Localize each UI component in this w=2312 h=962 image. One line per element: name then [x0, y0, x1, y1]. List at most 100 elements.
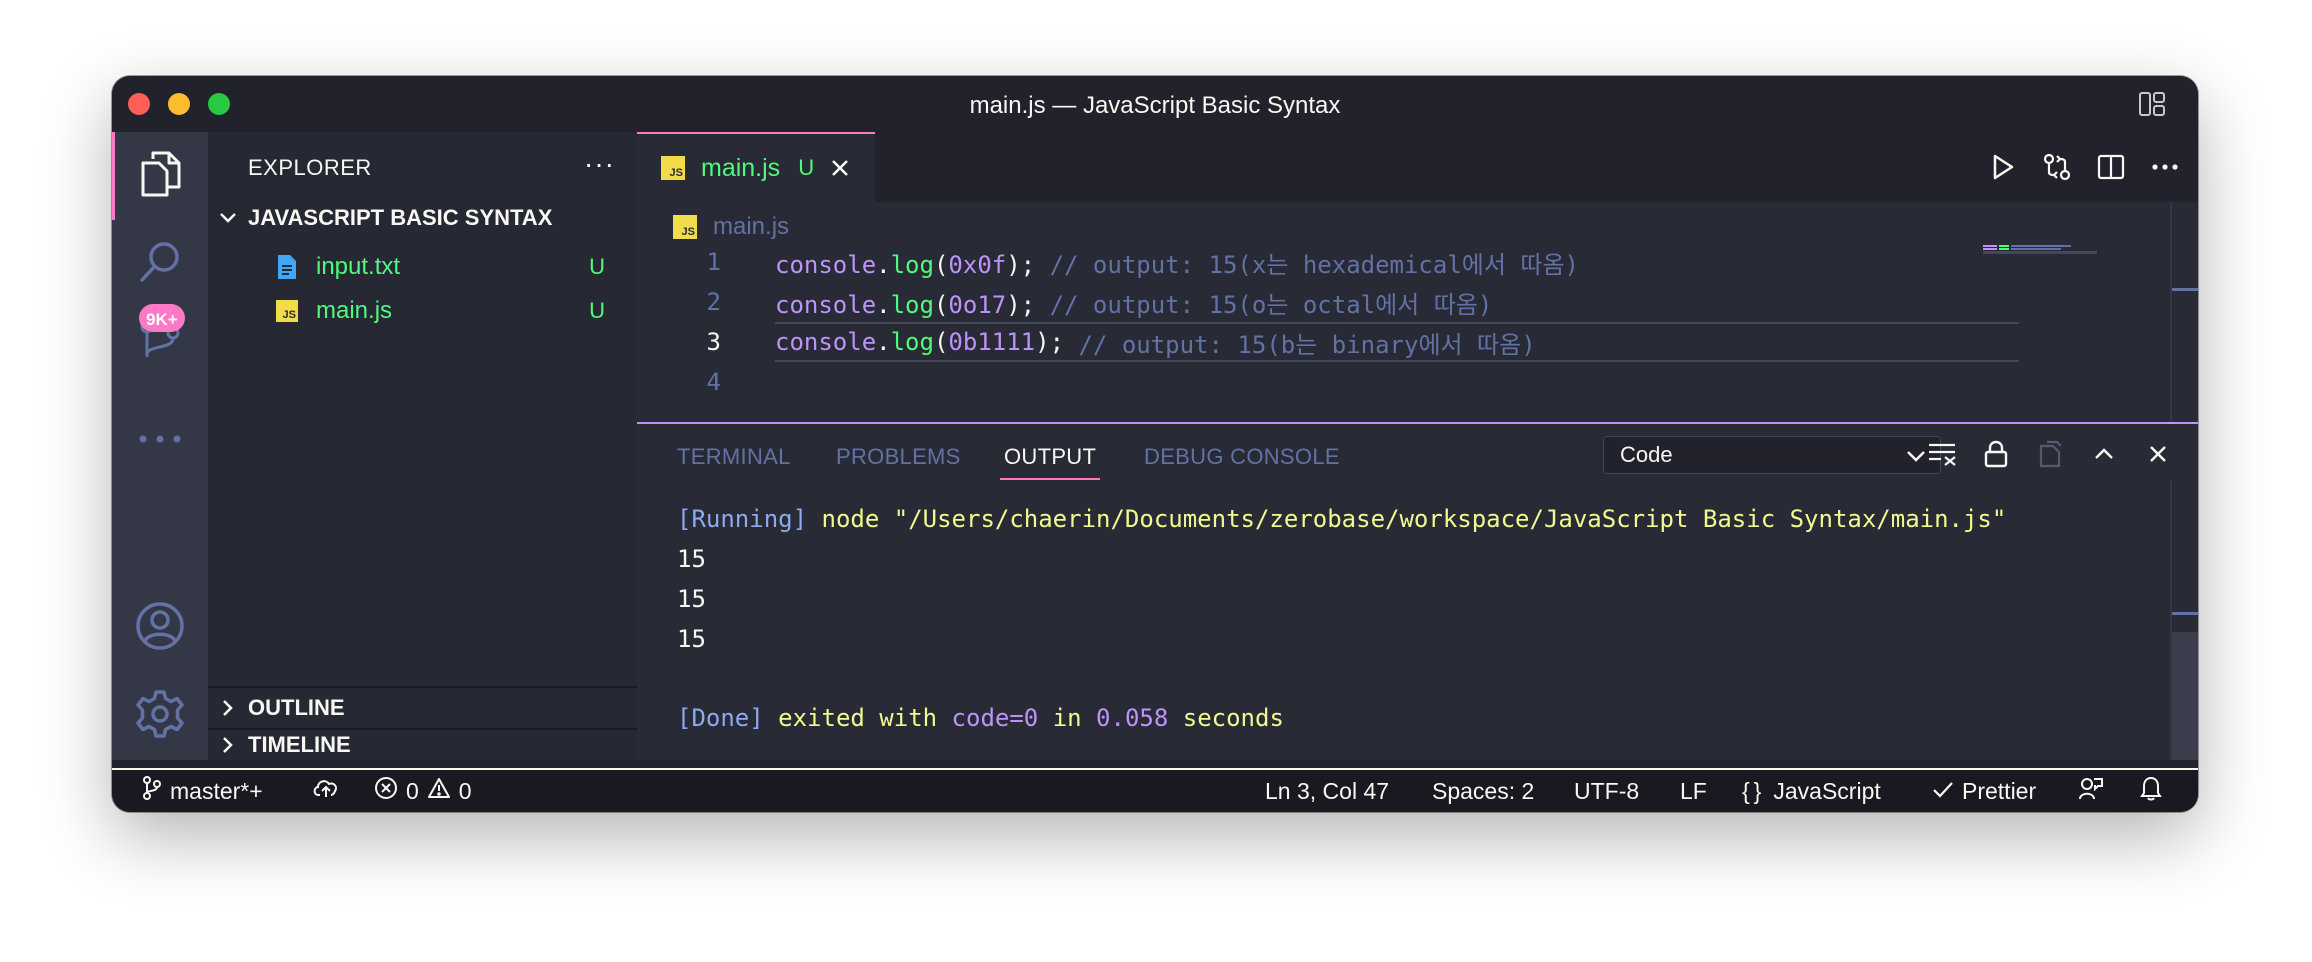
- breadcrumb-file: main.js: [713, 213, 790, 240]
- gear-icon: [134, 688, 186, 745]
- file-item-main-js[interactable]: JS main.js U: [208, 289, 637, 333]
- untracked-status: U: [589, 298, 605, 323]
- timeline-label: TIMELINE: [248, 732, 351, 757]
- output-channel-select[interactable]: Code: [1603, 436, 1941, 474]
- vscode-window: main.js — JavaScript Basic Syntax 9K+ EX…: [112, 76, 2198, 812]
- bell-icon: [2140, 775, 2162, 807]
- tab-problems[interactable]: PROBLEMS: [836, 444, 961, 470]
- status-bar: master*+ 0 0 Ln 3, Col 47 Spaces: 2 UTF-…: [112, 768, 2198, 812]
- more-actions-icon[interactable]: [2150, 152, 2180, 182]
- close-icon[interactable]: [830, 158, 850, 178]
- language-status[interactable]: {} JavaScript: [1742, 770, 1881, 812]
- js-file-icon: JS: [661, 156, 685, 180]
- chevron-up-icon[interactable]: [2088, 438, 2120, 470]
- output-channel-value: Code: [1620, 442, 1673, 467]
- output-running-line: [Running] node "/Users/chaerin/Documents…: [677, 505, 2007, 533]
- warning-count: 0: [458, 777, 472, 804]
- panel-scrollbar[interactable]: [2170, 480, 2198, 760]
- indentation-status[interactable]: Spaces: 2: [1432, 770, 1534, 812]
- file-name: input.txt: [316, 253, 401, 280]
- problems-status[interactable]: 0 0: [374, 770, 472, 812]
- js-file-icon: JS: [276, 298, 298, 324]
- editor-actions: [1988, 152, 2180, 182]
- files-icon: [139, 149, 185, 204]
- git-branch-icon: [142, 775, 162, 807]
- error-icon: [374, 776, 398, 806]
- line-number: 4: [706, 368, 721, 396]
- close-panel-icon[interactable]: [2142, 438, 2174, 470]
- feedback-icon: [2078, 775, 2104, 807]
- activity-bar: 9K+: [112, 132, 208, 760]
- file-name: main.js: [316, 297, 393, 324]
- search-activity[interactable]: [112, 220, 208, 308]
- open-log-icon[interactable]: [2034, 438, 2066, 470]
- branch-name: master*+: [170, 777, 263, 804]
- accounts-activity[interactable]: [112, 584, 208, 672]
- code-line: 1 console.log(0x0f); // output: 15(x는 he…: [637, 242, 2037, 282]
- encoding-status[interactable]: UTF-8: [1574, 770, 1639, 812]
- minimap[interactable]: [1983, 242, 2097, 254]
- branch-status[interactable]: master*+: [142, 770, 263, 812]
- chevron-down-icon: [1906, 442, 1926, 468]
- chevron-right-icon: [208, 736, 248, 754]
- tab-terminal[interactable]: TERMINAL: [677, 444, 791, 470]
- explorer-sidebar: EXPLORER ··· JAVASCRIPT BASIC SYNTAX inp…: [208, 132, 637, 760]
- eol-status[interactable]: LF: [1680, 770, 1707, 812]
- explorer-title: EXPLORER: [248, 155, 372, 180]
- tab-output[interactable]: OUTPUT: [999, 444, 1101, 480]
- manage-activity[interactable]: [112, 672, 208, 760]
- compare-changes-icon[interactable]: [2042, 152, 2072, 182]
- output-result-line: 15: [677, 625, 706, 653]
- run-icon[interactable]: [1988, 152, 2018, 182]
- code-line-current: 3 console. log(0b1111); // output: 15(b는 …: [637, 322, 2037, 362]
- output-result-line: 15: [677, 545, 706, 573]
- explorer-more-actions-button[interactable]: ···: [584, 148, 615, 180]
- line-number: 3: [706, 328, 721, 356]
- check-icon: [1932, 778, 1954, 805]
- warning-icon: [427, 777, 451, 805]
- folder-name: JAVASCRIPT BASIC SYNTAX: [248, 205, 553, 230]
- cursor-position[interactable]: Ln 3, Col 47: [1265, 770, 1389, 812]
- sync-status[interactable]: [312, 770, 340, 812]
- code-line: 2 console.log(0o17); // output: 15(o는 oc…: [637, 282, 2037, 322]
- lock-icon[interactable]: [1980, 438, 2012, 470]
- more-activity[interactable]: [112, 396, 208, 484]
- timeline-section-header[interactable]: TIMELINE: [208, 730, 637, 760]
- line-number: 1: [706, 248, 721, 276]
- editor-tab-bar: JS main.js U: [637, 132, 2198, 202]
- panel-actions: [1926, 438, 2174, 470]
- chevron-down-icon: [208, 212, 248, 224]
- window-title: main.js — JavaScript Basic Syntax: [969, 92, 1341, 119]
- cloud-upload-icon: [312, 777, 340, 805]
- error-count: 0: [406, 777, 419, 804]
- braces-icon: {}: [1742, 777, 1766, 804]
- chevron-right-icon: [208, 699, 248, 717]
- output-done-line: [Done] exited with code=0 in 0.058 secon…: [677, 704, 1284, 732]
- outline-section-header[interactable]: OUTLINE: [208, 688, 637, 728]
- file-item-input-txt[interactable]: input.txt U: [208, 245, 637, 289]
- bottom-panel: TERMINAL PROBLEMS OUTPUT DEBUG CONSOLE C…: [637, 422, 2198, 760]
- search-icon: [136, 238, 184, 291]
- customize-layout-icon[interactable]: [2138, 91, 2166, 117]
- tab-debug-console[interactable]: DEBUG CONSOLE: [1144, 444, 1340, 470]
- line-number: 2: [706, 288, 721, 316]
- tab-main-js[interactable]: JS main.js U: [637, 132, 875, 202]
- title-bar: main.js — JavaScript Basic Syntax: [112, 76, 2198, 132]
- ellipsis-icon: [138, 431, 182, 449]
- tab-label: main.js: [701, 153, 781, 182]
- js-file-icon: JS: [673, 215, 697, 239]
- untracked-status: U: [589, 254, 605, 279]
- explorer-activity[interactable]: [112, 132, 208, 220]
- notifications-button[interactable]: [2140, 770, 2162, 812]
- output-result-line: 15: [677, 585, 706, 613]
- prettier-status[interactable]: Prettier: [1932, 770, 2036, 812]
- split-editor-icon[interactable]: [2096, 152, 2126, 182]
- language-name: JavaScript: [1773, 777, 1881, 804]
- folder-section-header[interactable]: JAVASCRIPT BASIC SYNTAX: [208, 198, 637, 238]
- tab-status: U: [798, 155, 815, 180]
- clear-output-icon[interactable]: [1926, 438, 1958, 470]
- breadcrumb[interactable]: JS main.js: [673, 213, 789, 241]
- outline-label: OUTLINE: [248, 695, 345, 720]
- feedback-button[interactable]: [2078, 770, 2104, 812]
- formatter-name: Prettier: [1962, 777, 2037, 804]
